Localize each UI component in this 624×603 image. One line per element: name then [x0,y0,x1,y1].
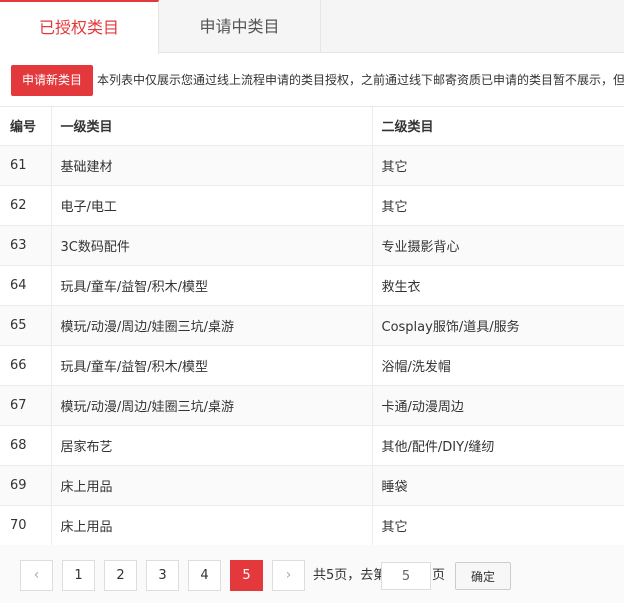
category-tabs: 已授权类目 申请中类目 [0,0,624,54]
cell-level1: 居家布艺 [51,425,373,466]
table-row: 66 玩具/童车/益智/积木/模型 浴帽/洗发帽 [0,345,624,386]
cell-id: 63 [0,225,52,266]
cell-id: 70 [0,505,52,546]
prev-page-button[interactable]: ‹ [20,560,53,591]
page-button-5[interactable]: 5 [230,560,263,591]
cell-level1: 模玩/动漫/周边/娃圈三坑/桌游 [51,385,373,426]
table-header-row: 编号 一级类目 二级类目 [0,107,624,146]
next-page-button[interactable]: › [272,560,305,591]
table-row: 65 模玩/动漫/周边/娃圈三坑/桌游 Cosplay服饰/道具/服务 [0,305,624,346]
cell-level1: 电子/电工 [51,185,373,226]
cell-level1: 模玩/动漫/周边/娃圈三坑/桌游 [51,305,373,346]
apply-new-category-button[interactable]: 申请新类目 [11,65,93,96]
cell-level2: 睡袋 [372,465,624,506]
cell-level2: 卡通/动漫周边 [372,385,624,426]
cell-level2: 其它 [372,505,624,546]
header-level1: 一级类目 [51,107,373,146]
table-row: 63 3C数码配件 专业摄影背心 [0,225,624,266]
cell-level1: 玩具/童车/益智/积木/模型 [51,345,373,386]
cell-id: 65 [0,305,52,346]
cell-level2: Cosplay服饰/道具/服务 [372,305,624,346]
page-button-4[interactable]: 4 [188,560,221,591]
table-row: 67 模玩/动漫/周边/娃圈三坑/桌游 卡通/动漫周边 [0,385,624,426]
cell-level1: 基础建材 [51,145,373,186]
notice-text: 本列表中仅展示您通过线上流程申请的类目授权，之前通过线下邮寄资质已申请的类目暂不… [97,73,624,87]
cell-level1: 玩具/童车/益智/积木/模型 [51,265,373,306]
cell-level2: 其他/配件/DIY/缝纫 [372,425,624,466]
tab-authorized[interactable]: 已授权类目 [0,0,159,54]
chevron-left-icon: ‹ [33,567,40,583]
cell-id: 64 [0,265,52,306]
cell-level2: 其它 [372,185,624,226]
table-row: 62 电子/电工 其它 [0,185,624,226]
cell-level1: 3C数码配件 [51,225,373,266]
cell-level2: 专业摄影背心 [372,225,624,266]
table-row: 61 基础建材 其它 [0,145,624,186]
table-row: 68 居家布艺 其他/配件/DIY/缝纫 [0,425,624,466]
total-pages-text: 共5页，去第 [313,568,387,583]
cell-id: 67 [0,385,52,426]
cell-level1: 床上用品 [51,465,373,506]
cell-level1: 床上用品 [51,505,373,546]
tab-applying[interactable]: 申请中类目 [159,0,321,53]
confirm-goto-button[interactable]: 确定 [455,562,511,590]
page-button-1[interactable]: 1 [62,560,95,591]
category-table: 编号 一级类目 二级类目 61 基础建材 其它 62 电子/电工 其它 63 3C数码配件 专业… [0,107,624,546]
toolbar: 申请新类目 本列表中仅展示您通过线上流程申请的类目授权，之前通过线下邮寄资质已申… [0,54,624,107]
cell-id: 66 [0,345,52,386]
table-row: 69 床上用品 睡袋 [0,465,624,506]
pagination: ‹ 1 2 3 4 5 › 共5页，去第 页 确定 [0,545,624,603]
cell-id: 62 [0,185,52,226]
cell-id: 61 [0,145,52,186]
page-button-2[interactable]: 2 [104,560,137,591]
header-id: 编号 [0,107,52,146]
chevron-right-icon: › [285,567,292,583]
cell-id: 68 [0,425,52,466]
goto-page-input[interactable] [381,562,431,590]
cell-id: 69 [0,465,52,506]
header-level2: 二级类目 [372,107,624,146]
cell-level2: 其它 [372,145,624,186]
cell-level2: 浴帽/洗发帽 [372,345,624,386]
page-suffix-text: 页 [432,568,446,583]
table-row: 70 床上用品 其它 [0,505,624,546]
table-row: 64 玩具/童车/益智/积木/模型 救生衣 [0,265,624,306]
cell-level2: 救生衣 [372,265,624,306]
page-button-3[interactable]: 3 [146,560,179,591]
